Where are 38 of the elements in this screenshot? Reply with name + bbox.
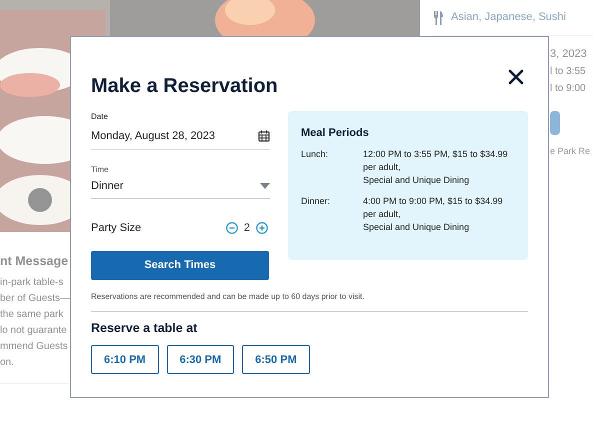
period-name: Lunch: [301,148,330,160]
time-slot-button[interactable]: 6:50 PM [242,345,310,374]
message-text: ber of Guests— [0,292,70,306]
period-details: Special and Unique Dining [363,174,470,186]
message-text: the same park [0,308,64,322]
hours-text: l to 9:00 [550,82,586,96]
date-field[interactable]: Monday, August 28, 2023 [91,128,270,150]
field-label: Time [91,164,110,176]
section-heading: nt Message [0,253,68,270]
panel-heading: Meal Periods [301,126,370,141]
period-details: 12:00 PM to 3:55 PM, $15 to $34.99 per adult, [363,148,509,174]
period-details: 4:00 PM to 9:00 PM, $15 to $34.99 per adult, [363,194,504,220]
search-times-button[interactable]: Search Times [91,250,269,280]
dialog-title: Make a Reservation [91,74,278,99]
button-background [550,110,560,134]
minus-icon[interactable] [226,222,238,234]
party-size-value: 2 [244,221,250,236]
message-text: lo not guarante [0,324,67,338]
field-label: Date [91,111,109,123]
close-icon[interactable] [508,69,524,85]
time-dropdown[interactable]: Dinner [91,178,270,199]
field-label: Party Size [91,221,142,236]
cuisine-text: Asian, Japanese, Sushi [451,10,566,26]
dropdown-caret-icon [260,182,270,189]
info-note: Reservations are recommended and can be made up to 60 days prior to visit. [91,290,366,302]
fork-knife-icon [433,10,443,24]
hours-text: l to 3:55 [550,64,586,78]
date-text: 3, 2023 [550,47,587,62]
message-text: on. [0,356,14,370]
section-heading: Reserve a table at [91,320,198,336]
plus-icon[interactable] [256,222,268,234]
period-name: Dinner: [301,194,332,208]
message-text: mmend Guests [0,340,68,354]
period-details: Special and Unique Dining [363,220,470,234]
time-slot-button[interactable]: 6:30 PM [166,345,234,374]
calendar-icon [258,130,270,142]
message-text: in-park table-s [0,276,64,290]
time-slot-button[interactable]: 6:10 PM [91,345,159,374]
